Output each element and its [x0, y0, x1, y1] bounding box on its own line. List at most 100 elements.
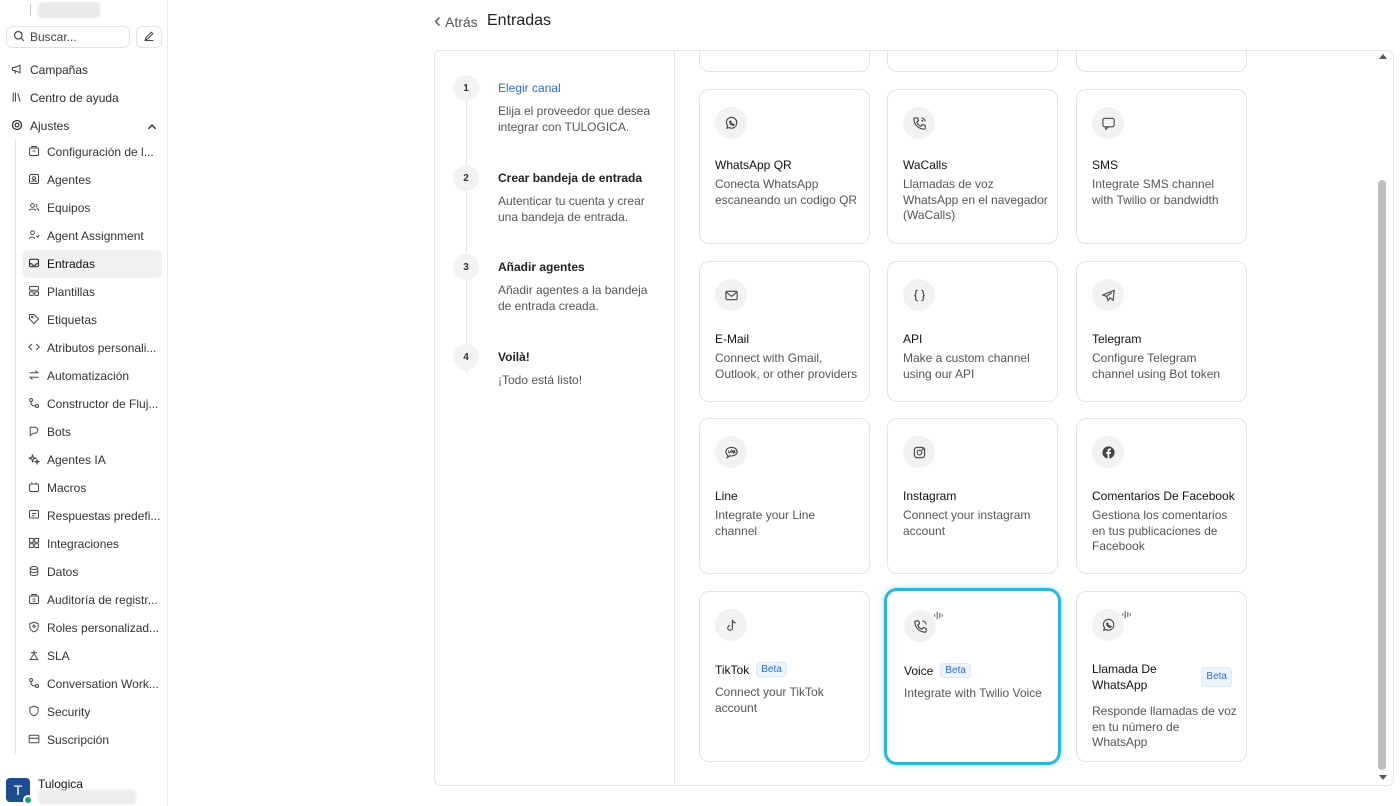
- step-title: Crear bandeja de entrada: [498, 171, 643, 185]
- database-icon: [28, 565, 47, 580]
- sidebar-item-sla[interactable]: SLA: [22, 642, 162, 670]
- sidebar-item-templates[interactable]: Plantillas: [22, 278, 162, 306]
- settings-subnav: Configuración de l... Agentes Equipos Ag…: [15, 138, 163, 754]
- telegram-icon: [1092, 279, 1124, 311]
- sidebar-item-custom-attributes[interactable]: Atributos personali...: [22, 334, 162, 362]
- channel-card-partial[interactable]: [887, 51, 1058, 72]
- audit-icon: [28, 593, 47, 608]
- sidebar-item-label: Ajustes: [30, 119, 70, 133]
- channel-description: Connect with Gmail, Outlook, or other pr…: [715, 351, 858, 381]
- channel-card-email[interactable]: E-Mail Connect with Gmail, Outlook, or o…: [699, 261, 870, 402]
- channel-card-instagram[interactable]: Instagram Connect your instagram account: [887, 418, 1058, 574]
- channel-card-voice[interactable]: Voice Beta Integrate with Twilio Voice: [887, 591, 1058, 762]
- channel-description: Integrate SMS channel with Twilio or ban…: [1092, 177, 1219, 207]
- sidebar-item-security[interactable]: Security: [22, 698, 162, 726]
- api-braces-icon: [903, 279, 935, 311]
- channel-card-line[interactable]: Line Integrate your Line channel: [699, 418, 870, 574]
- channel-description: Make a custom channel using our API: [903, 351, 1030, 381]
- sidebar-item-account-settings[interactable]: Configuración de l...: [22, 138, 162, 166]
- sidebar-item-flow-builder[interactable]: Constructor de Fluj...: [22, 390, 162, 418]
- sidebar-item-automation[interactable]: Automatización: [22, 362, 162, 390]
- scroll-up-arrow-icon[interactable]: [1379, 54, 1387, 59]
- search-box[interactable]: [6, 26, 130, 48]
- channel-description: Connect your TikTok account: [715, 685, 824, 715]
- channel-card-wacalls[interactable]: WaCalls Llamadas de voz WhatsApp en el n…: [887, 89, 1058, 244]
- channel-card-facebook-comments[interactable]: Comentarios De Facebook Gestiona los com…: [1076, 418, 1247, 574]
- channel-description: Integrate your Line channel: [715, 508, 816, 538]
- channel-title: TikTok: [715, 662, 750, 677]
- sidebar-item-label: Automatización: [47, 369, 130, 383]
- channel-title: Telegram: [1092, 332, 1142, 346]
- sidebar-item-conversation-workflows[interactable]: Conversation Work...: [22, 670, 162, 698]
- sidebar-item-bots[interactable]: Bots: [22, 418, 162, 446]
- sidebar-item-teams[interactable]: Equipos: [22, 194, 162, 222]
- sidebar-item-label: Agent Assignment: [47, 229, 144, 243]
- sidebar-item-label: Campañas: [30, 63, 89, 77]
- instagram-icon: [903, 436, 935, 468]
- integrations-icon: [28, 537, 47, 552]
- sidebar-item-custom-roles[interactable]: Roles personalizad...: [22, 614, 162, 642]
- sidebar-item-label: Auditoría de registr...: [47, 593, 158, 607]
- chevron-left-icon: [433, 14, 445, 30]
- sidebar-item-audit-logs[interactable]: Auditoría de registr...: [22, 586, 162, 614]
- scrollbar[interactable]: [1376, 52, 1388, 786]
- channel-card-telegram[interactable]: Telegram Configure Telegram channel usin…: [1076, 261, 1247, 402]
- sidebar-item-campaigns[interactable]: Campañas: [0, 56, 168, 84]
- sidebar-item-integrations[interactable]: Integraciones: [22, 530, 162, 558]
- voice-phone-icon: [904, 610, 943, 642]
- sidebar-item-labels[interactable]: Etiquetas: [22, 306, 162, 334]
- sidebar-item-agent-assignment[interactable]: Agent Assignment: [22, 222, 162, 250]
- step-number: 1: [453, 75, 479, 101]
- sidebar-item-label: Roles personalizad...: [47, 621, 160, 635]
- sidebar-item-label: Etiquetas: [47, 313, 98, 327]
- channel-title: WaCalls: [903, 158, 948, 172]
- scroll-down-arrow-icon[interactable]: [1379, 775, 1387, 780]
- sidebar-item-data[interactable]: Datos: [22, 558, 162, 586]
- channel-title: SMS: [1092, 158, 1119, 172]
- pencil-icon: [143, 30, 155, 45]
- channel-card-tiktok[interactable]: TikTok Beta Connect your TikTok account: [699, 591, 870, 762]
- channel-title-row: TikTok Beta: [715, 662, 787, 677]
- megaphone-icon: [11, 63, 30, 78]
- account-name-redacted[interactable]: [38, 2, 100, 18]
- channel-card-api[interactable]: API Make a custom channel using our API: [887, 261, 1058, 402]
- inbox-wizard-panel: 1 Elegir canal Elija el proveedor que de…: [434, 50, 1394, 786]
- sparkles-icon: [28, 453, 47, 468]
- scrollbar-thumb[interactable]: [1378, 180, 1386, 770]
- channel-description: Conecta WhatsApp escaneando un codigo QR: [715, 177, 858, 207]
- wizard-steps: 1 Elegir canal Elija el proveedor que de…: [435, 51, 675, 785]
- channel-card-whatsapp-call[interactable]: Llamada De WhatsApp Beta Responde llamad…: [1076, 591, 1247, 762]
- macro-icon: [28, 481, 47, 496]
- search-input[interactable]: [30, 30, 120, 44]
- flow-icon: [28, 397, 47, 412]
- channel-card-partial[interactable]: [699, 51, 870, 72]
- user-menu[interactable]: T Tulogica: [6, 776, 166, 806]
- step-description: Añadir agentes a la bandeja de entrada c…: [498, 283, 648, 313]
- email-icon: [715, 279, 747, 311]
- sidebar-item-label: Suscripción: [47, 733, 110, 747]
- sidebar-item-settings[interactable]: Ajustes: [0, 112, 168, 140]
- sidebar-item-ai-agents[interactable]: Agentes IA: [22, 446, 162, 474]
- channel-card-whatsapp-qr[interactable]: WhatsApp QR Conecta WhatsApp escaneando …: [699, 89, 870, 244]
- back-button[interactable]: Atrás: [433, 14, 478, 30]
- chevron-up-icon[interactable]: [146, 121, 157, 131]
- channel-grid: WhatsApp QR Conecta WhatsApp escaneando …: [675, 51, 1381, 785]
- sidebar-item-label: Conversation Work...: [47, 677, 159, 691]
- channel-card-partial[interactable]: [1076, 51, 1247, 72]
- sidebar-main-nav: Campañas Centro de ayuda Ajustes: [0, 56, 168, 140]
- sidebar-item-label: SLA: [47, 649, 70, 663]
- beta-badge: Beta: [1201, 667, 1232, 687]
- audio-wave-icon: [931, 608, 943, 620]
- sidebar-item-help-center[interactable]: Centro de ayuda: [0, 84, 168, 112]
- compose-button[interactable]: [136, 26, 162, 48]
- team-icon: [28, 201, 47, 216]
- channel-card-sms[interactable]: SMS Integrate SMS channel with Twilio or…: [1076, 89, 1247, 244]
- sidebar-item-agents[interactable]: Agentes: [22, 166, 162, 194]
- sidebar-item-inboxes[interactable]: Entradas: [22, 250, 162, 278]
- step-description: Elija el proveedor que desea integrar co…: [498, 104, 651, 134]
- channel-title-row: Voice Beta: [904, 663, 971, 678]
- sidebar-item-macros[interactable]: Macros: [22, 474, 162, 502]
- sidebar-item-subscription[interactable]: Suscripción: [22, 726, 162, 754]
- sidebar-item-canned-responses[interactable]: Respuestas predefi...: [22, 502, 162, 530]
- brand-divider: [30, 4, 31, 16]
